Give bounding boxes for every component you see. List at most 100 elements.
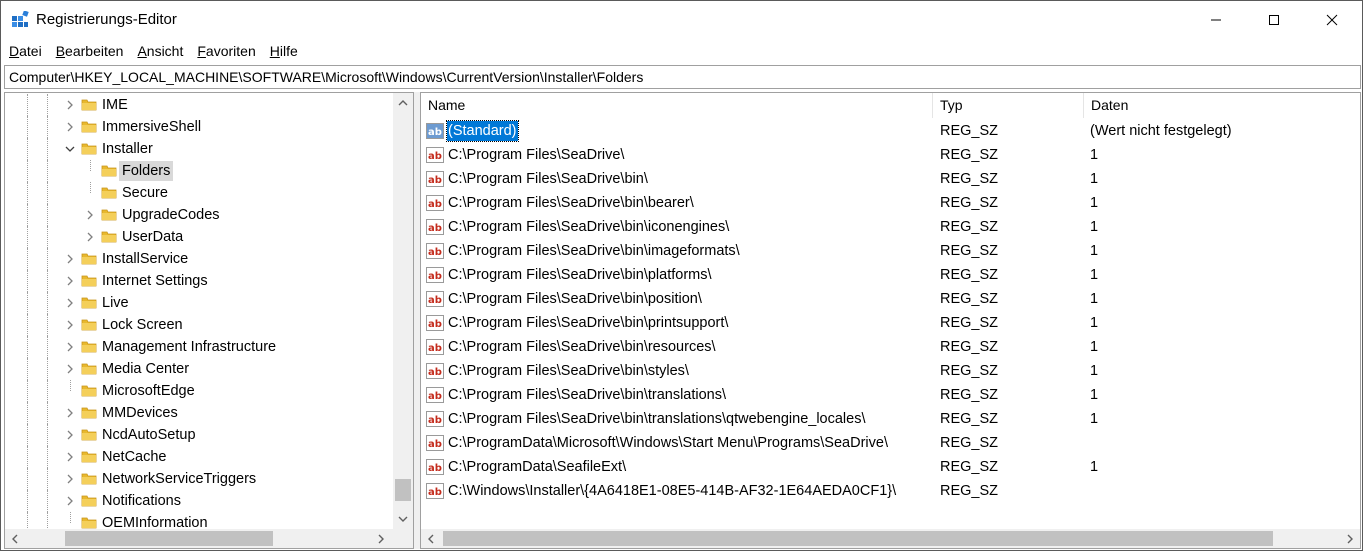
value-type: REG_SZ bbox=[940, 387, 999, 403]
expand-chevron-icon[interactable] bbox=[63, 296, 77, 310]
tree-item[interactable]: Installer bbox=[5, 138, 393, 160]
menu-hilfe[interactable]: Hilfe bbox=[270, 41, 298, 61]
expand-chevron-icon[interactable] bbox=[63, 340, 77, 354]
tree-item[interactable]: UpgradeCodes bbox=[5, 204, 393, 226]
value-data: 1 bbox=[1090, 243, 1099, 259]
string-value-icon: ab bbox=[426, 170, 444, 188]
value-row[interactable]: ab C:\ProgramData\SeafileExt\ REG_SZ 1 bbox=[421, 455, 1360, 479]
collapse-chevron-icon[interactable] bbox=[63, 142, 77, 156]
value-name: C:\Program Files\SeaDrive\bin\ bbox=[448, 171, 648, 187]
close-button[interactable] bbox=[1309, 1, 1355, 39]
expand-chevron-icon[interactable] bbox=[63, 428, 77, 442]
expand-chevron-icon[interactable] bbox=[63, 406, 77, 420]
tree-item[interactable]: OEMInformation bbox=[5, 512, 393, 529]
tree-item[interactable]: Media Center bbox=[5, 358, 393, 380]
tree-item[interactable]: Folders bbox=[5, 160, 393, 182]
tree-item[interactable]: ImmersiveShell bbox=[5, 116, 393, 138]
tree-scroll-left-button[interactable] bbox=[5, 529, 25, 548]
tree-item[interactable]: MicrosoftEdge bbox=[5, 380, 393, 402]
value-row[interactable]: ab C:\Program Files\SeaDrive\bin\bearer\ R… bbox=[421, 191, 1360, 215]
value-row[interactable]: ab C:\ProgramData\Microsoft\Windows\Start… bbox=[421, 431, 1360, 455]
value-row[interactable]: ab C:\Program Files\SeaDrive\ REG_SZ 1 bbox=[421, 143, 1360, 167]
expand-chevron-icon[interactable] bbox=[63, 450, 77, 464]
value-row[interactable]: ab C:\Program Files\SeaDrive\bin\printsup… bbox=[421, 311, 1360, 335]
minimize-button[interactable] bbox=[1193, 1, 1239, 39]
value-row[interactable]: ab C:\Program Files\SeaDrive\bin\translat… bbox=[421, 407, 1360, 431]
column-header-type[interactable]: Typ bbox=[933, 93, 1083, 118]
tree-item[interactable]: InstallService bbox=[5, 248, 393, 270]
tree-item[interactable]: NetworkServiceTriggers bbox=[5, 468, 393, 490]
value-type: REG_SZ bbox=[940, 147, 999, 163]
value-row[interactable]: ab C:\Program Files\SeaDrive\bin\platform… bbox=[421, 263, 1360, 287]
value-row[interactable]: ab C:\Program Files\SeaDrive\bin\position… bbox=[421, 287, 1360, 311]
registry-editor-app-icon bbox=[12, 11, 29, 27]
tree-item[interactable]: Secure bbox=[5, 182, 393, 204]
list-horizontal-scroll-thumb[interactable] bbox=[443, 531, 1273, 546]
menu-favoriten[interactable]: Favoriten bbox=[197, 41, 255, 61]
expand-chevron-icon[interactable] bbox=[63, 362, 77, 376]
expand-chevron-icon[interactable] bbox=[63, 318, 77, 332]
value-row[interactable]: ab C:\Windows\Installer\{4A6418E1-08E5-41… bbox=[421, 479, 1360, 503]
tree-item[interactable]: MMDevices bbox=[5, 402, 393, 424]
tree-scroll-up-button[interactable] bbox=[393, 93, 413, 113]
tree-item[interactable]: Live bbox=[5, 292, 393, 314]
expand-chevron-icon[interactable] bbox=[83, 230, 97, 244]
menu-ansicht[interactable]: Ansicht bbox=[137, 41, 183, 61]
tree-item[interactable]: Management Infrastructure bbox=[5, 336, 393, 358]
string-value-icon: ab bbox=[426, 482, 444, 500]
column-header-name[interactable]: Name bbox=[421, 93, 932, 118]
tree-item-label: Media Center bbox=[102, 361, 190, 377]
expand-chevron-icon[interactable] bbox=[63, 494, 77, 508]
menu-datei[interactable]: Datei bbox=[9, 41, 42, 61]
tree-vertical-scrollbar[interactable] bbox=[393, 93, 413, 529]
key-tree-pane[interactable]: IME ImmersiveShell Installer Folders Secure U… bbox=[4, 92, 414, 549]
expand-chevron-icon[interactable] bbox=[63, 472, 77, 486]
value-row[interactable]: ab C:\Program Files\SeaDrive\bin\ REG_SZ 1 bbox=[421, 167, 1360, 191]
tree-item[interactable]: Internet Settings bbox=[5, 270, 393, 292]
value-type: REG_SZ bbox=[940, 459, 999, 475]
tree-item[interactable]: IME bbox=[5, 94, 393, 116]
value-name: C:\Program Files\SeaDrive\bin\translatio… bbox=[448, 387, 727, 403]
value-row[interactable]: ab C:\Program Files\SeaDrive\bin\styles\ R… bbox=[421, 359, 1360, 383]
folder-icon bbox=[81, 361, 97, 376]
list-scroll-right-button[interactable] bbox=[1340, 529, 1360, 548]
tree-item-label: Internet Settings bbox=[102, 273, 208, 289]
menu-ansicht-label: nsicht bbox=[146, 43, 184, 59]
list-scroll-left-button[interactable] bbox=[421, 529, 441, 548]
title-bar[interactable]: Registrierungs-Editor bbox=[1, 1, 1362, 39]
value-row[interactable]: ab C:\Program Files\SeaDrive\bin\iconengi… bbox=[421, 215, 1360, 239]
tree-item[interactable]: NcdAutoSetup bbox=[5, 424, 393, 446]
expand-chevron-icon[interactable] bbox=[63, 120, 77, 134]
value-row[interactable]: ab C:\Program Files\SeaDrive\bin\resource… bbox=[421, 335, 1360, 359]
tree-item[interactable]: Lock Screen bbox=[5, 314, 393, 336]
column-header-data[interactable]: Daten bbox=[1084, 93, 1360, 118]
expand-chevron-icon[interactable] bbox=[83, 208, 97, 222]
svg-text:ab: ab bbox=[428, 295, 442, 306]
maximize-button[interactable] bbox=[1251, 1, 1297, 39]
expand-chevron-icon[interactable] bbox=[63, 98, 77, 112]
tree-guide-line bbox=[47, 314, 48, 336]
value-row[interactable]: ab C:\Program Files\SeaDrive\bin\imagefor… bbox=[421, 239, 1360, 263]
tree-scroll-down-button[interactable] bbox=[393, 509, 413, 529]
tree-item[interactable]: UserData bbox=[5, 226, 393, 248]
value-row[interactable]: ab (Standard) REG_SZ (Wert nicht festgelegt… bbox=[421, 119, 1360, 143]
value-type: REG_SZ bbox=[940, 435, 999, 451]
tree-item[interactable]: Notifications bbox=[5, 490, 393, 512]
value-row[interactable]: ab C:\Program Files\SeaDrive\bin\translat… bbox=[421, 383, 1360, 407]
value-type: REG_SZ bbox=[940, 339, 999, 355]
tree-vertical-scroll-thumb[interactable] bbox=[395, 479, 411, 501]
string-value-icon: ab bbox=[426, 458, 444, 476]
tree-horizontal-scrollbar[interactable] bbox=[5, 529, 393, 548]
expand-chevron-icon[interactable] bbox=[63, 274, 77, 288]
menu-bearbeiten[interactable]: Bearbeiten bbox=[56, 41, 124, 61]
expand-chevron-icon[interactable] bbox=[63, 252, 77, 266]
tree-horizontal-scroll-thumb[interactable] bbox=[65, 531, 273, 546]
string-value-icon: ab bbox=[426, 242, 444, 260]
tree-guide-line bbox=[47, 380, 48, 402]
list-horizontal-scrollbar[interactable] bbox=[421, 529, 1360, 548]
address-bar[interactable]: Computer\HKEY_LOCAL_MACHINE\SOFTWARE\Mic… bbox=[4, 65, 1361, 89]
values-list-pane[interactable]: Name Typ Daten ab (Standard) REG_SZ (Wert n… bbox=[420, 92, 1361, 549]
tree-guide-line bbox=[47, 358, 48, 380]
tree-item[interactable]: NetCache bbox=[5, 446, 393, 468]
tree-scroll-right-button[interactable] bbox=[371, 529, 391, 548]
